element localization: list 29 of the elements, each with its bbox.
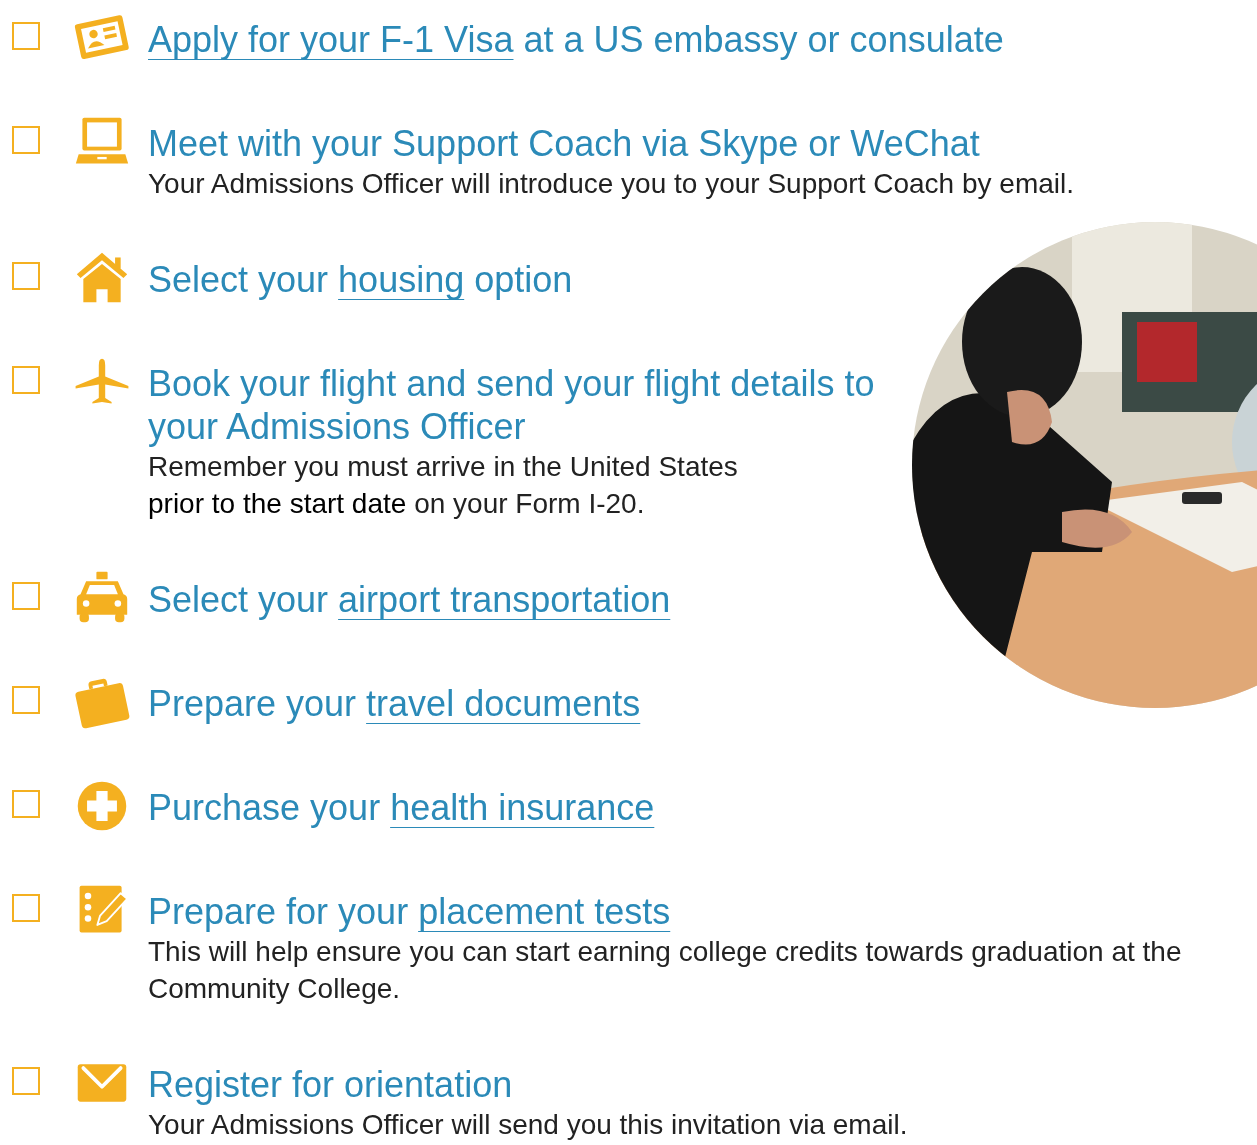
checkbox[interactable] xyxy=(12,366,40,394)
link[interactable]: health insurance xyxy=(390,787,655,828)
item-note: Your Admissions Officer will send you this invitation via email. xyxy=(148,1108,909,1142)
item-note: prior to the start date on your Form I-20. xyxy=(148,487,646,521)
item-note: Your Admissions Officer will introduce you to your Support Coach by email. xyxy=(148,167,1075,201)
checkbox[interactable] xyxy=(12,582,40,610)
item-title: Meet with your Support Coach via Skype or WeChat xyxy=(148,122,981,165)
checkbox[interactable] xyxy=(12,22,40,50)
checkbox[interactable] xyxy=(12,686,40,714)
link[interactable]: travel documents xyxy=(366,683,641,724)
item-title: Select your housing option xyxy=(148,258,574,301)
item-title: Apply for your F-1 Visa at a US embassy or consulate xyxy=(148,18,1005,61)
item-note: Remember you must arrive in the United States xyxy=(148,450,739,484)
item-title: Purchase your health insurance xyxy=(148,786,656,829)
checkbox[interactable] xyxy=(12,894,40,922)
link[interactable]: Apply for your F-1 Visa xyxy=(148,19,514,60)
checkbox[interactable] xyxy=(12,262,40,290)
item-title: Register for orientation xyxy=(148,1063,514,1106)
link[interactable]: placement tests xyxy=(418,891,671,932)
item-title: Prepare your travel documents xyxy=(148,682,642,725)
link[interactable]: airport transportation xyxy=(338,579,671,620)
item-note: This will help ensure you can start earning college credits towards graduation at the Community College. xyxy=(148,935,1183,1006)
item-title: Select your airport transportation xyxy=(148,578,672,621)
item-title: Prepare for your placement tests xyxy=(148,890,672,933)
item-title: Book your flight and send your flight details to your Admissions Officer xyxy=(148,362,876,448)
checkbox[interactable] xyxy=(12,790,40,818)
checkbox[interactable] xyxy=(12,1067,40,1095)
link[interactable]: housing xyxy=(338,259,465,300)
checkbox[interactable] xyxy=(12,126,40,154)
